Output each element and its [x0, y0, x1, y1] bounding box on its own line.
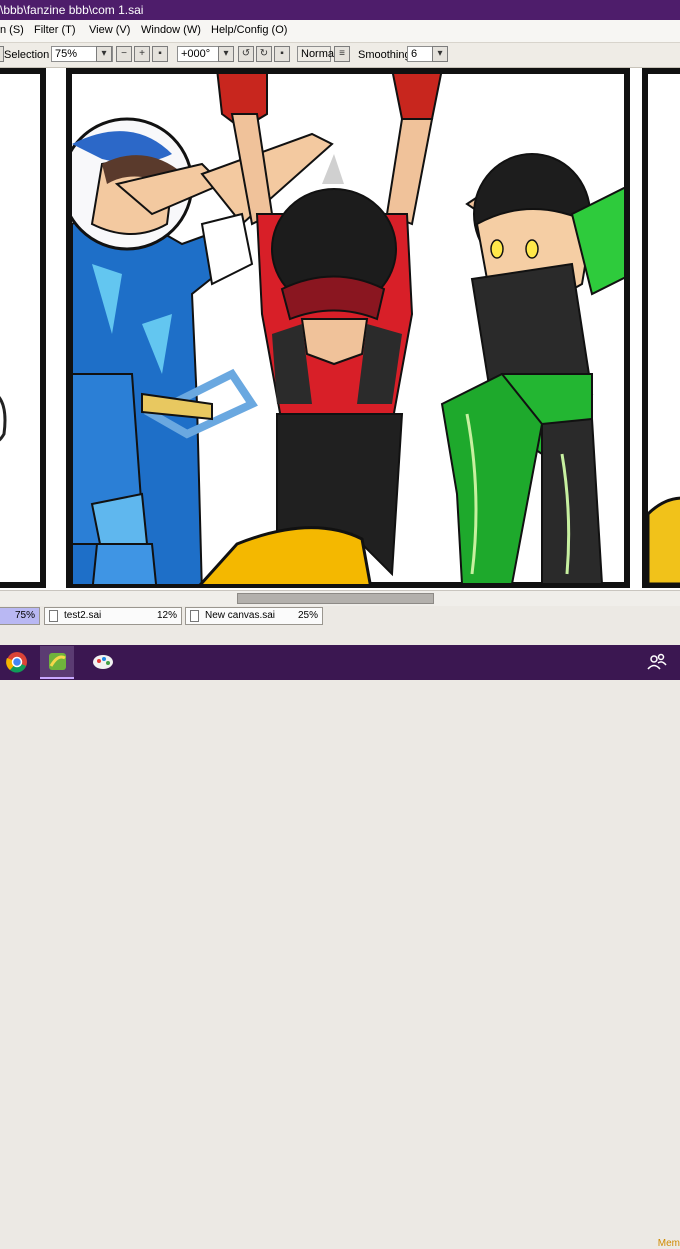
rotate-left-button[interactable]: ↺ — [238, 46, 254, 62]
rotation-reset-button[interactable]: ▪ — [274, 46, 290, 62]
zoom-reset-button[interactable]: ▪ — [152, 46, 168, 62]
zoom-in-button[interactable]: + — [134, 46, 150, 62]
memory-status: Mem — [657, 1238, 680, 1249]
file-tab-zoom: 75% — [14, 610, 35, 621]
red-character — [216, 74, 443, 584]
menu-filter[interactable]: Filter (T) — [34, 24, 76, 36]
document-icon — [190, 610, 199, 622]
blend-mode-button[interactable]: Normal — [297, 46, 336, 62]
file-tab-new-canvas[interactable]: New canvas.sai 25% — [185, 607, 323, 625]
comic-panel-right — [642, 68, 680, 588]
people-icon[interactable] — [640, 646, 674, 679]
comic-illustration — [72, 74, 624, 584]
menu-window[interactable]: Window (W) — [141, 24, 201, 36]
smoothing-dropdown-button[interactable]: ▾ — [432, 46, 448, 62]
comic-panel-main — [66, 68, 630, 588]
chrome-icon[interactable] — [0, 646, 34, 679]
toolbar: Selection 75% ▾ − + ▪ +000° ▾ ↺ ↻ ▪ Norm… — [0, 43, 680, 68]
document-icon — [49, 610, 58, 622]
panel-right-art — [648, 496, 680, 584]
zoom-out-button[interactable]: − — [116, 46, 132, 62]
green-character — [440, 153, 624, 584]
file-tab-current[interactable]: 75% — [0, 607, 40, 625]
zoom-dropdown-button[interactable]: ▾ — [96, 46, 112, 62]
file-tab-zoom: 12% — [156, 610, 177, 621]
menu-bar: n (S) Filter (T) View (V) Window (W) Hel… — [0, 20, 680, 43]
horizontal-scrollbar[interactable] — [0, 590, 680, 607]
taskbar — [0, 645, 680, 680]
window-title: \bbb\fanzine bbb\com 1.sai — [0, 3, 144, 17]
title-bar: \bbb\fanzine bbb\com 1.sai — [0, 0, 680, 20]
rotation-dropdown-button[interactable]: ▾ — [218, 46, 234, 62]
selection-label: Selection — [4, 49, 50, 61]
file-tab-name: New canvas.sai — [205, 610, 276, 621]
file-tab-zoom: 25% — [297, 610, 318, 621]
sai-app-icon[interactable] — [40, 646, 74, 679]
drawing-canvas[interactable] — [0, 68, 680, 590]
rotate-right-button[interactable]: ↻ — [256, 46, 272, 62]
comic-panel-left — [0, 68, 46, 588]
menu-help-config[interactable]: Help/Config (O) — [211, 24, 287, 36]
scrollbar-thumb[interactable] — [237, 593, 434, 604]
paint-icon[interactable] — [86, 646, 120, 679]
menu-selection[interactable]: n (S) — [0, 24, 24, 36]
flip-canvas-button[interactable]: ≡ — [334, 46, 350, 62]
menu-view[interactable]: View (V) — [89, 24, 130, 36]
panel-left-art — [0, 395, 7, 442]
smoothing-label: Smoothing — [358, 49, 411, 61]
file-tab-name: test2.sai — [64, 610, 102, 621]
file-tab-bar: 75% test2.sai 12% New canvas.sai 25% Mem — [0, 606, 680, 1249]
file-tab-test2[interactable]: test2.sai 12% — [44, 607, 182, 625]
